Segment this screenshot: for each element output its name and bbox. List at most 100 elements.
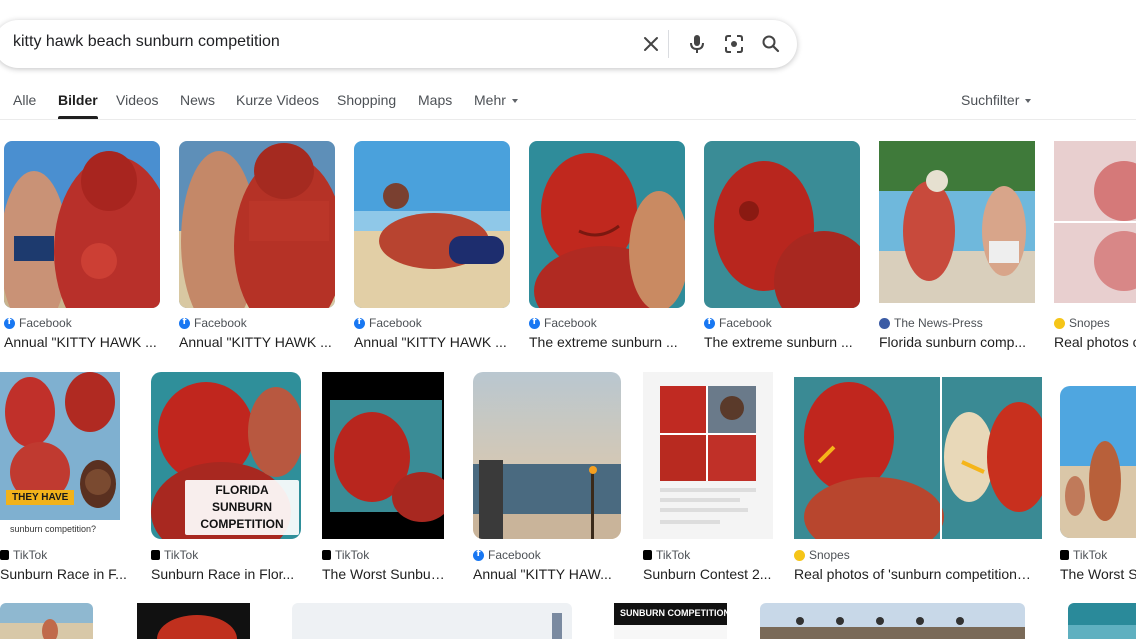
tab-shopping[interactable]: Shopping bbox=[337, 92, 396, 108]
image-title[interactable]: Sunburn Contest 2... bbox=[643, 566, 773, 582]
image-source: Facebook bbox=[473, 548, 541, 562]
news-press-icon bbox=[879, 317, 890, 329]
image-thumbnail: FLORIDA SUNBURN COMPETITION bbox=[151, 372, 301, 539]
source-name: The News-Press bbox=[894, 316, 983, 330]
image-title[interactable]: The extreme sunburn ... bbox=[704, 334, 860, 350]
image-title[interactable]: Florida sunburn comp... bbox=[879, 334, 1035, 350]
search-filter-button[interactable]: Suchfilter bbox=[961, 92, 1032, 108]
image-title[interactable]: Sunburn Race in F... bbox=[0, 566, 130, 582]
tiktok-icon bbox=[0, 550, 9, 560]
overlay-question: sunburn competition? bbox=[10, 524, 97, 534]
source-name: Facebook bbox=[544, 316, 597, 330]
image-thumbnail bbox=[137, 603, 250, 639]
image-thumbnail bbox=[179, 141, 335, 308]
tab-kurze-videos[interactable]: Kurze Videos bbox=[236, 92, 319, 108]
overlay-sunburn-competition: SUNBURN COMPETITION bbox=[620, 608, 727, 618]
tab-mehr-label: Mehr bbox=[474, 92, 506, 108]
lens-icon[interactable] bbox=[722, 32, 746, 56]
image-thumbnail bbox=[794, 377, 1042, 539]
image-title[interactable]: The Worst S bbox=[1060, 566, 1136, 582]
source-name: Snopes bbox=[1069, 316, 1110, 330]
tiktok-icon bbox=[643, 550, 652, 560]
image-thumbnail bbox=[4, 141, 160, 308]
image-thumbnail bbox=[1068, 603, 1136, 639]
source-name: Facebook bbox=[19, 316, 72, 330]
image-thumbnail bbox=[292, 603, 572, 639]
image-source: Facebook bbox=[529, 316, 597, 330]
search-filter-label: Suchfilter bbox=[961, 92, 1020, 108]
chevron-down-icon bbox=[511, 99, 518, 104]
image-thumbnail bbox=[473, 372, 621, 539]
facebook-icon bbox=[354, 317, 365, 329]
image-title[interactable]: Annual "KITTY HAWK ... bbox=[179, 334, 335, 350]
image-source: Facebook bbox=[354, 316, 422, 330]
search-input[interactable]: kitty hawk beach sunburn competition bbox=[13, 33, 280, 51]
source-name: Facebook bbox=[369, 316, 422, 330]
overlay-they-have: THEY HAVE bbox=[6, 490, 75, 505]
image-source: TikTok bbox=[151, 548, 198, 562]
source-name: TikTok bbox=[13, 548, 48, 562]
microphone-icon[interactable] bbox=[685, 32, 709, 56]
image-thumbnail bbox=[0, 603, 93, 639]
facebook-icon bbox=[704, 317, 715, 329]
source-name: TikTok bbox=[1073, 548, 1108, 562]
source-name: TikTok bbox=[164, 548, 199, 562]
tab-videos[interactable]: Videos bbox=[116, 92, 159, 108]
overlay-florida: FLORIDA SUNBURN COMPETITION bbox=[185, 480, 299, 535]
image-source: TikTok bbox=[0, 548, 47, 562]
image-source: Facebook bbox=[179, 316, 247, 330]
image-source: Snopes bbox=[794, 548, 850, 562]
image-source: The News-Press bbox=[879, 316, 983, 330]
image-thumbnail: SUNBURN COMPETITION bbox=[614, 603, 727, 639]
image-thumbnail bbox=[322, 372, 444, 539]
clear-icon[interactable] bbox=[639, 32, 663, 56]
tab-alle[interactable]: Alle bbox=[13, 92, 36, 108]
image-title[interactable]: Annual "KITTY HAW... bbox=[473, 566, 621, 582]
image-source: TikTok bbox=[643, 548, 690, 562]
image-source: Facebook bbox=[704, 316, 772, 330]
search-divider bbox=[668, 30, 669, 58]
source-name: Facebook bbox=[194, 316, 247, 330]
image-source: Facebook bbox=[4, 316, 72, 330]
image-title[interactable]: Annual "KITTY HAWK ... bbox=[4, 334, 160, 350]
facebook-icon bbox=[473, 549, 484, 561]
facebook-icon bbox=[179, 317, 190, 329]
image-thumbnail bbox=[1054, 141, 1136, 303]
image-source: TikTok bbox=[1060, 548, 1107, 562]
search-tabs: Alle Bilder Videos News Kurze Videos Sho… bbox=[0, 86, 1136, 120]
image-title[interactable]: Sunburn Race in Flor... bbox=[151, 566, 301, 582]
image-thumbnail bbox=[529, 141, 685, 308]
search-icon[interactable] bbox=[759, 32, 783, 56]
chevron-down-icon bbox=[1025, 99, 1032, 104]
image-source: TikTok bbox=[322, 548, 369, 562]
image-title[interactable]: The Worst Sunbur... bbox=[322, 566, 446, 582]
source-name: Facebook bbox=[719, 316, 772, 330]
tiktok-icon bbox=[322, 550, 331, 560]
search-bar: kitty hawk beach sunburn competition bbox=[0, 20, 797, 68]
image-thumbnail bbox=[704, 141, 860, 308]
tiktok-icon bbox=[1060, 550, 1069, 560]
source-name: Facebook bbox=[488, 548, 541, 562]
image-thumbnail bbox=[879, 141, 1035, 303]
image-title[interactable]: Real photos o bbox=[1054, 334, 1136, 350]
source-name: TikTok bbox=[335, 548, 370, 562]
tab-maps[interactable]: Maps bbox=[418, 92, 452, 108]
source-name: Snopes bbox=[809, 548, 850, 562]
image-thumbnail bbox=[354, 141, 510, 308]
source-name: TikTok bbox=[656, 548, 691, 562]
facebook-icon bbox=[4, 317, 15, 329]
snopes-icon bbox=[794, 549, 805, 561]
image-title[interactable]: The extreme sunburn ... bbox=[529, 334, 685, 350]
snopes-icon bbox=[1054, 317, 1065, 329]
image-title[interactable]: Real photos of 'sunburn competition i... bbox=[794, 566, 1034, 582]
image-thumbnail bbox=[760, 603, 1025, 639]
tab-mehr[interactable]: Mehr bbox=[474, 92, 518, 108]
tab-news[interactable]: News bbox=[180, 92, 215, 108]
image-thumbnail bbox=[643, 372, 773, 539]
tab-bilder[interactable]: Bilder bbox=[58, 92, 98, 119]
image-title[interactable]: Annual "KITTY HAWK ... bbox=[354, 334, 510, 350]
image-thumbnail: THEY HAVE sunburn competition? bbox=[0, 372, 120, 539]
image-thumbnail bbox=[1060, 386, 1136, 538]
tiktok-icon bbox=[151, 550, 160, 560]
image-source: Snopes bbox=[1054, 316, 1110, 330]
